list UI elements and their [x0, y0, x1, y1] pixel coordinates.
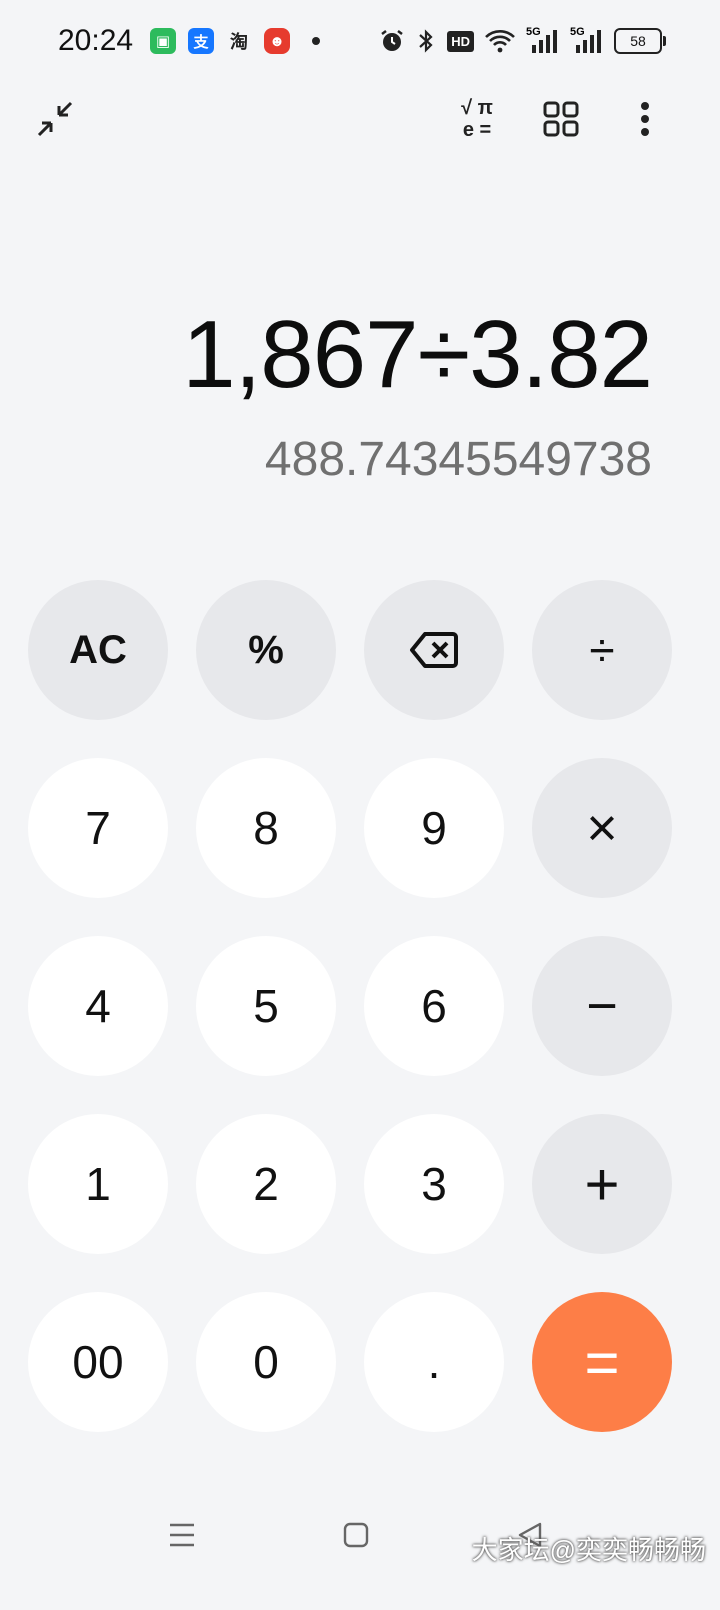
status-time: 20:24	[58, 24, 134, 57]
backspace-button[interactable]	[364, 580, 504, 720]
digit-4-button[interactable]: 4	[28, 936, 168, 1076]
divide-button[interactable]: ÷	[532, 580, 672, 720]
digit-3-button[interactable]: 3	[364, 1114, 504, 1254]
grid-icon	[543, 101, 579, 137]
decimal-point-button[interactable]: .	[364, 1292, 504, 1432]
alarm-icon	[379, 26, 405, 56]
calculator-screen: 20:24 ▣ 支 淘 ☻ HD 5G 5G 58 √ π e = 1,867÷…	[0, 0, 720, 1610]
battery-icon: 58	[614, 28, 666, 54]
digit-8-button[interactable]: 8	[196, 758, 336, 898]
minus-button[interactable]: −	[532, 936, 672, 1076]
scientific-mode-button[interactable]: √ π e =	[450, 92, 504, 146]
digit-6-button[interactable]: 6	[364, 936, 504, 1076]
digit-2-button[interactable]: 2	[196, 1114, 336, 1254]
expression-display[interactable]: 1,867÷3.82	[182, 300, 653, 410]
taobao-app-icon: 淘	[230, 32, 248, 52]
digit-9-button[interactable]: 9	[364, 758, 504, 898]
recent-apps-button[interactable]	[152, 1510, 212, 1560]
digit-7-button[interactable]: 7	[28, 758, 168, 898]
multiply-button[interactable]: ×	[532, 758, 672, 898]
home-button[interactable]	[326, 1510, 386, 1560]
scientific-label-bottom: e =	[462, 119, 492, 141]
equals-button[interactable]: =	[532, 1292, 672, 1432]
bluetooth-icon	[415, 26, 437, 56]
clear-button[interactable]: AC	[28, 580, 168, 720]
status-bar: 20:24 ▣ 支 淘 ☻ HD 5G 5G 58	[0, 0, 720, 88]
converter-grid-button[interactable]	[534, 92, 588, 146]
double-zero-button[interactable]: 00	[28, 1292, 168, 1432]
notification-icons: ▣ 支 淘 ☻	[150, 28, 320, 54]
alipay-app-icon: 支	[188, 28, 214, 54]
percent-button[interactable]: %	[196, 580, 336, 720]
signal-5g-icon-2: 5G	[570, 26, 604, 56]
digit-5-button[interactable]: 5	[196, 936, 336, 1076]
forum-watermark: 大家坛@奕奕畅畅畅	[471, 1535, 706, 1565]
signal-1-label: 5G	[526, 26, 541, 38]
digit-1-button[interactable]: 1	[28, 1114, 168, 1254]
plus-button[interactable]: +	[532, 1114, 672, 1254]
digit-0-button[interactable]: 0	[196, 1292, 336, 1432]
mascot-app-icon: ☻	[264, 28, 290, 54]
message-app-icon: ▣	[150, 28, 176, 54]
hd-label: HD	[447, 30, 474, 52]
more-options-button[interactable]	[618, 92, 672, 146]
calculator-toolbar: √ π e =	[0, 88, 720, 148]
menu-lines-icon	[170, 1523, 194, 1547]
hd-icon: HD	[447, 26, 474, 56]
signal-5g-icon: 5G	[526, 26, 560, 56]
system-icons: HD 5G 5G 58	[379, 26, 666, 56]
collapse-arrows-icon	[37, 101, 73, 137]
more-vertical-icon	[641, 102, 649, 136]
backspace-icon	[410, 632, 458, 668]
home-square-icon	[343, 1522, 369, 1548]
minimize-window-button[interactable]	[28, 92, 82, 146]
result-preview: 488.74345549738	[264, 433, 652, 486]
signal-2-label: 5G	[570, 26, 585, 38]
wifi-icon	[484, 26, 516, 56]
more-notifications-dot-icon	[312, 37, 320, 45]
scientific-label-top: √ π	[461, 97, 493, 119]
